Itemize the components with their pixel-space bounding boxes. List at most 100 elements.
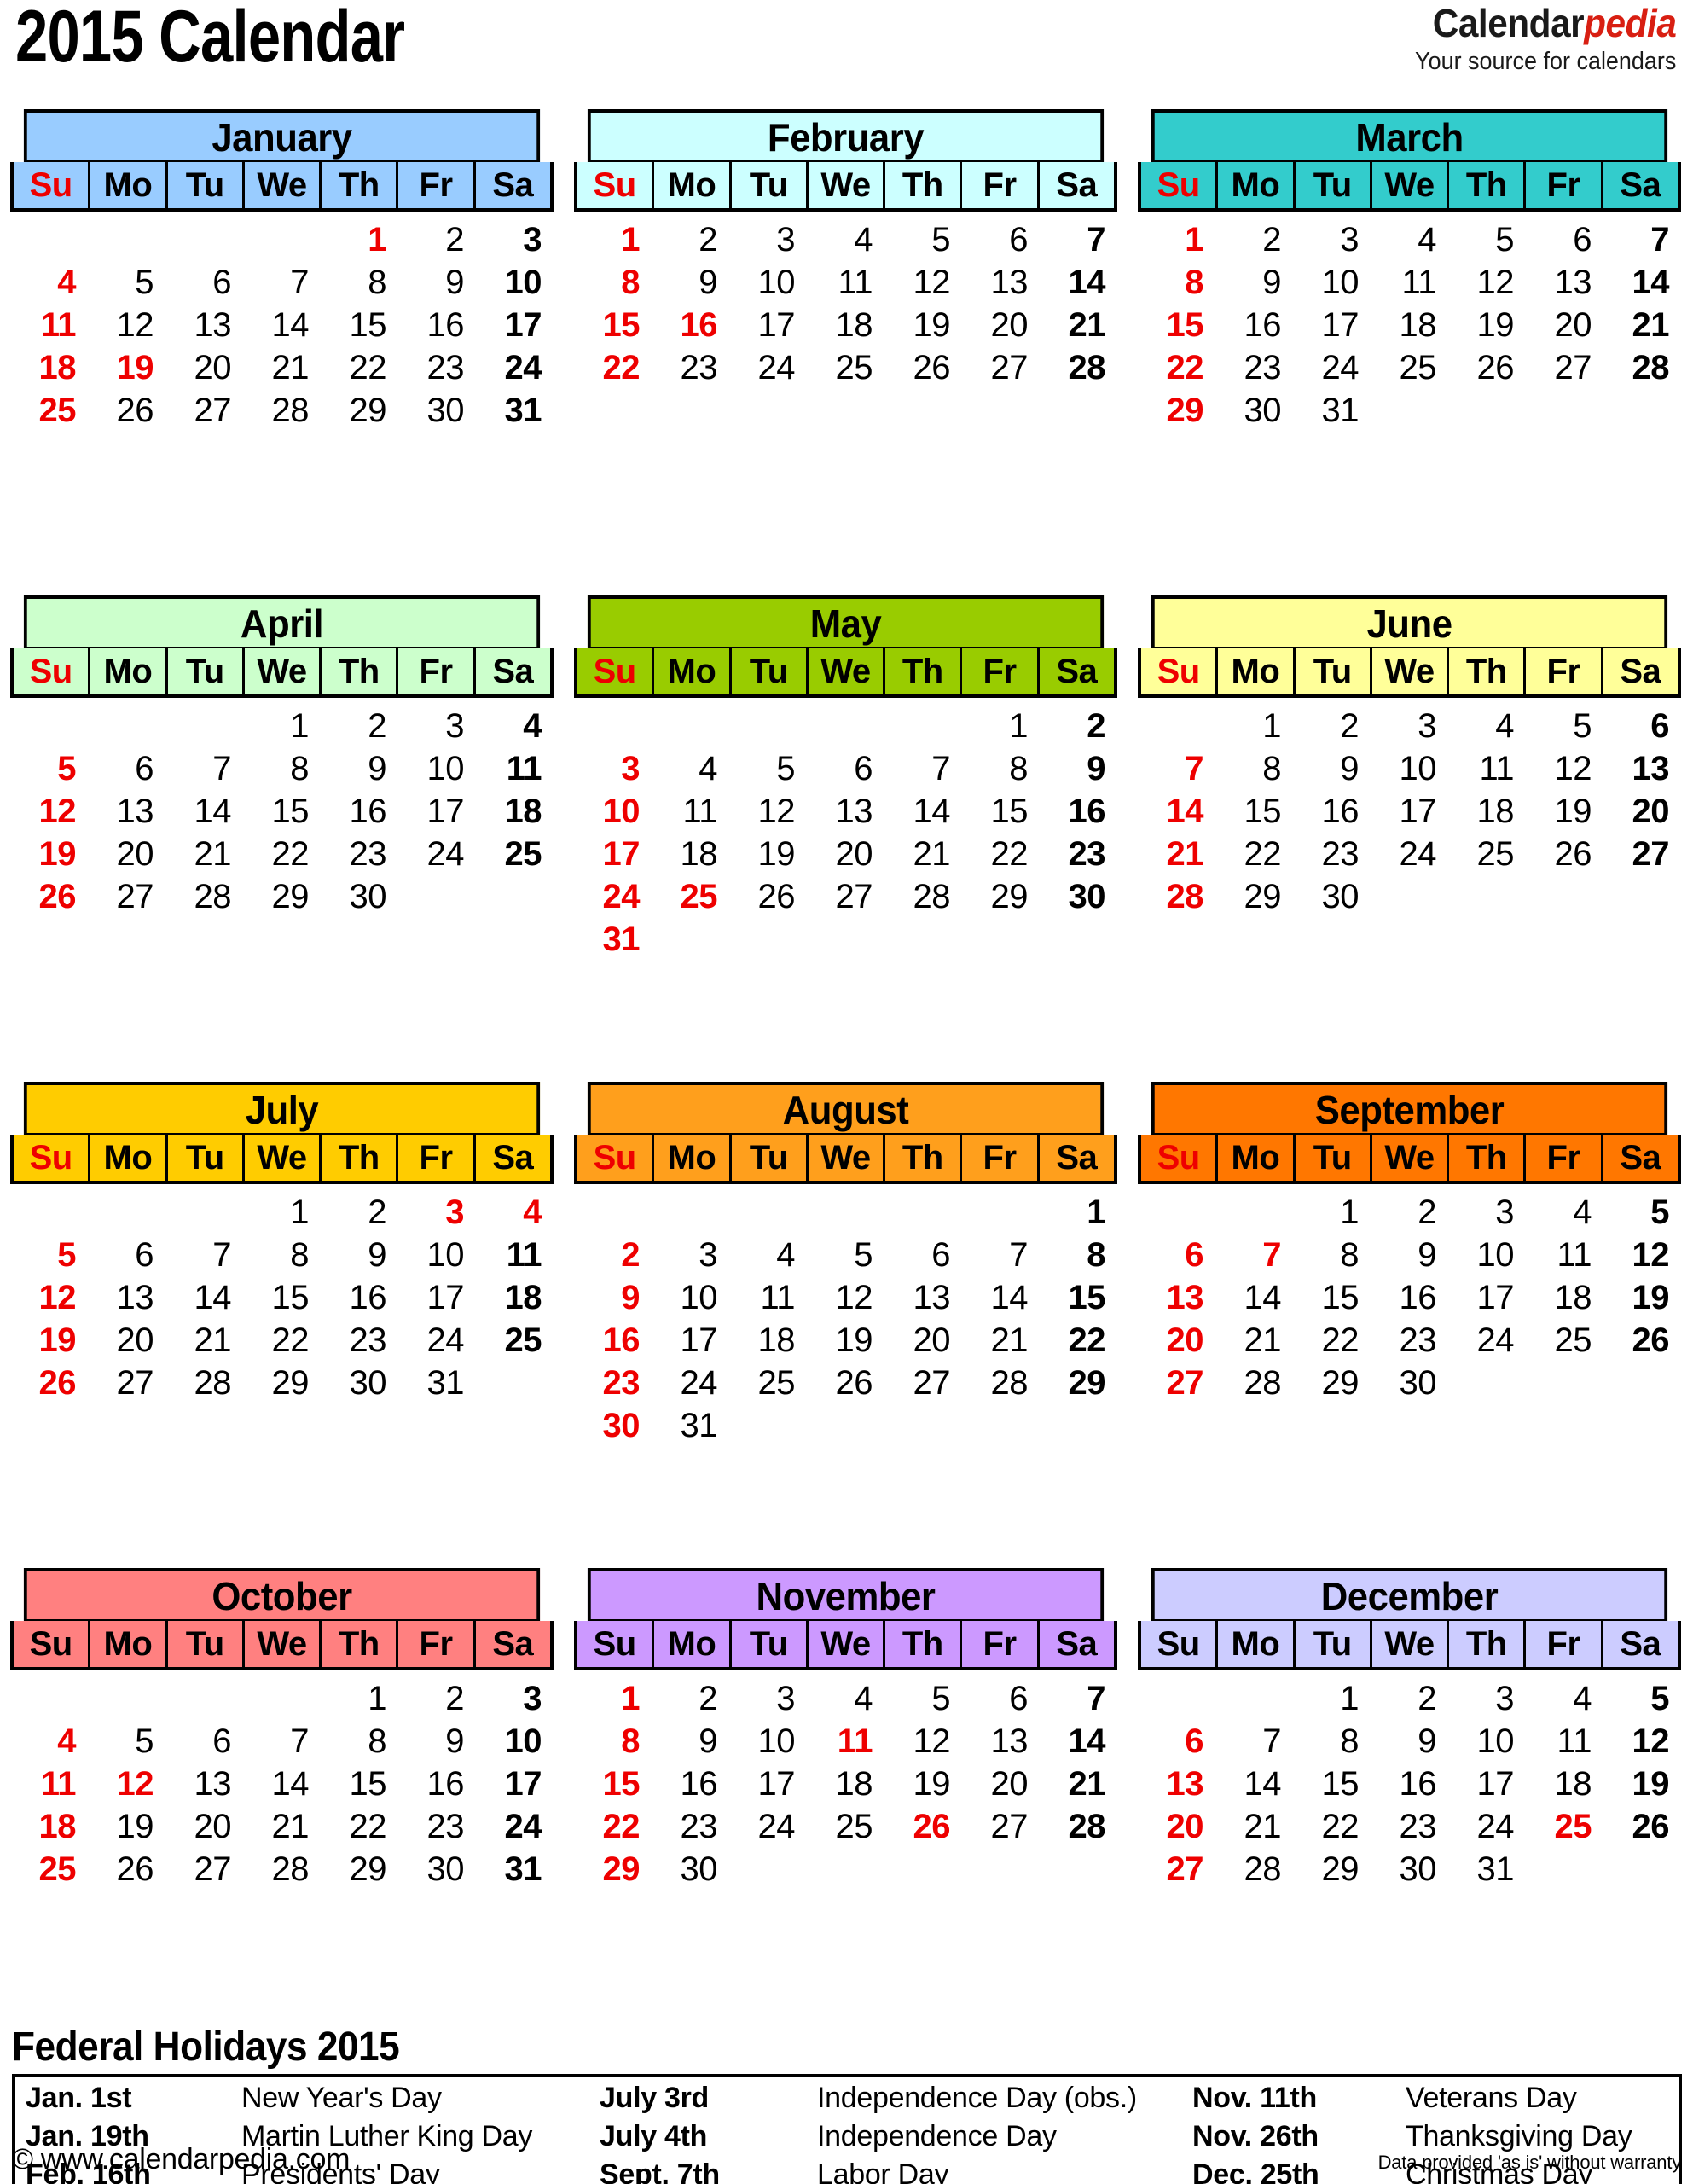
day-cell[interactable]: 21 (1040, 1763, 1117, 1805)
day-cell[interactable]: 12 (1526, 747, 1603, 790)
day-cell[interactable]: 27 (88, 875, 165, 918)
day-cell[interactable]: 19 (10, 833, 88, 875)
day-cell[interactable]: 15 (574, 304, 652, 346)
day-cell[interactable]: 2 (1371, 1677, 1448, 1720)
day-cell[interactable]: 1 (321, 218, 398, 261)
day-cell[interactable]: 7 (165, 747, 243, 790)
day-cell[interactable]: 18 (1526, 1276, 1603, 1319)
day-cell[interactable]: 22 (574, 1805, 652, 1848)
day-cell[interactable]: 26 (88, 1848, 165, 1891)
day-cell[interactable]: 25 (807, 1805, 884, 1848)
day-cell[interactable]: 4 (807, 218, 884, 261)
day-cell[interactable]: 26 (884, 1805, 962, 1848)
day-cell[interactable]: 16 (398, 304, 476, 346)
day-cell[interactable]: 3 (729, 218, 807, 261)
day-cell[interactable]: 30 (321, 875, 398, 918)
day-cell[interactable]: 17 (729, 304, 807, 346)
day-cell[interactable]: 27 (1526, 346, 1603, 389)
day-cell[interactable]: 7 (243, 1720, 321, 1763)
day-cell[interactable]: 1 (574, 218, 652, 261)
day-cell[interactable]: 22 (321, 1805, 398, 1848)
day-cell[interactable]: 25 (729, 1362, 807, 1404)
day-cell[interactable]: 17 (1371, 790, 1448, 833)
day-cell[interactable]: 6 (962, 1677, 1040, 1720)
day-cell[interactable]: 7 (1603, 218, 1681, 261)
day-cell[interactable]: 20 (1138, 1319, 1215, 1362)
day-cell[interactable]: 27 (88, 1362, 165, 1404)
day-cell[interactable]: 7 (1215, 1720, 1293, 1763)
day-cell[interactable]: 13 (807, 790, 884, 833)
day-cell[interactable]: 5 (88, 1720, 165, 1763)
day-cell[interactable]: 19 (807, 1319, 884, 1362)
day-cell[interactable]: 22 (1138, 346, 1215, 389)
day-cell[interactable]: 16 (1371, 1276, 1448, 1319)
day-cell[interactable]: 20 (1603, 790, 1681, 833)
day-cell[interactable]: 5 (88, 261, 165, 304)
day-cell[interactable]: 13 (1138, 1763, 1215, 1805)
day-cell[interactable]: 1 (321, 1677, 398, 1720)
day-cell[interactable]: 29 (1215, 875, 1293, 918)
day-cell[interactable]: 7 (884, 747, 962, 790)
day-cell[interactable]: 29 (1293, 1362, 1371, 1404)
day-cell[interactable]: 20 (1526, 304, 1603, 346)
day-cell[interactable]: 16 (1371, 1763, 1448, 1805)
day-cell[interactable]: 28 (884, 875, 962, 918)
day-cell[interactable]: 5 (10, 747, 88, 790)
day-cell[interactable]: 17 (398, 790, 476, 833)
day-cell[interactable]: 17 (476, 1763, 554, 1805)
day-cell[interactable]: 3 (1448, 1677, 1526, 1720)
day-cell[interactable]: 10 (729, 1720, 807, 1763)
day-cell[interactable]: 28 (1040, 1805, 1117, 1848)
day-cell[interactable]: 8 (962, 747, 1040, 790)
day-cell[interactable]: 24 (574, 875, 652, 918)
day-cell[interactable]: 2 (321, 705, 398, 747)
day-cell[interactable]: 26 (807, 1362, 884, 1404)
day-cell[interactable]: 11 (652, 790, 729, 833)
day-cell[interactable]: 21 (1138, 833, 1215, 875)
day-cell[interactable]: 17 (1448, 1276, 1526, 1319)
day-cell[interactable]: 7 (962, 1234, 1040, 1276)
day-cell[interactable]: 22 (574, 346, 652, 389)
day-cell[interactable]: 2 (398, 218, 476, 261)
day-cell[interactable]: 25 (1526, 1805, 1603, 1848)
day-cell[interactable]: 9 (1215, 261, 1293, 304)
day-cell[interactable]: 16 (1040, 790, 1117, 833)
day-cell[interactable]: 31 (476, 1848, 554, 1891)
day-cell[interactable]: 9 (398, 261, 476, 304)
day-cell[interactable]: 12 (10, 790, 88, 833)
day-cell[interactable]: 3 (476, 218, 554, 261)
day-cell[interactable]: 8 (1138, 261, 1215, 304)
day-cell[interactable]: 16 (1215, 304, 1293, 346)
day-cell[interactable]: 24 (729, 1805, 807, 1848)
day-cell[interactable]: 15 (1040, 1276, 1117, 1319)
day-cell[interactable]: 24 (398, 833, 476, 875)
day-cell[interactable]: 5 (10, 1234, 88, 1276)
day-cell[interactable]: 20 (807, 833, 884, 875)
day-cell[interactable]: 22 (1293, 1805, 1371, 1848)
day-cell[interactable]: 26 (1526, 833, 1603, 875)
day-cell[interactable]: 6 (962, 218, 1040, 261)
day-cell[interactable]: 8 (243, 747, 321, 790)
day-cell[interactable]: 11 (1526, 1720, 1603, 1763)
day-cell[interactable]: 17 (476, 304, 554, 346)
day-cell[interactable]: 27 (962, 1805, 1040, 1848)
day-cell[interactable]: 6 (884, 1234, 962, 1276)
day-cell[interactable]: 9 (1040, 747, 1117, 790)
day-cell[interactable]: 14 (1040, 1720, 1117, 1763)
day-cell[interactable]: 2 (652, 1677, 729, 1720)
day-cell[interactable]: 14 (1603, 261, 1681, 304)
day-cell[interactable]: 9 (574, 1276, 652, 1319)
day-cell[interactable]: 6 (807, 747, 884, 790)
day-cell[interactable]: 3 (398, 1191, 476, 1234)
day-cell[interactable]: 26 (1603, 1805, 1681, 1848)
day-cell[interactable]: 26 (1603, 1319, 1681, 1362)
day-cell[interactable]: 29 (1040, 1362, 1117, 1404)
day-cell[interactable]: 13 (1603, 747, 1681, 790)
day-cell[interactable]: 4 (476, 1191, 554, 1234)
day-cell[interactable]: 10 (652, 1276, 729, 1319)
day-cell[interactable]: 23 (652, 346, 729, 389)
day-cell[interactable]: 12 (10, 1276, 88, 1319)
day-cell[interactable]: 24 (1448, 1319, 1526, 1362)
day-cell[interactable]: 16 (398, 1763, 476, 1805)
day-cell[interactable]: 3 (1448, 1191, 1526, 1234)
